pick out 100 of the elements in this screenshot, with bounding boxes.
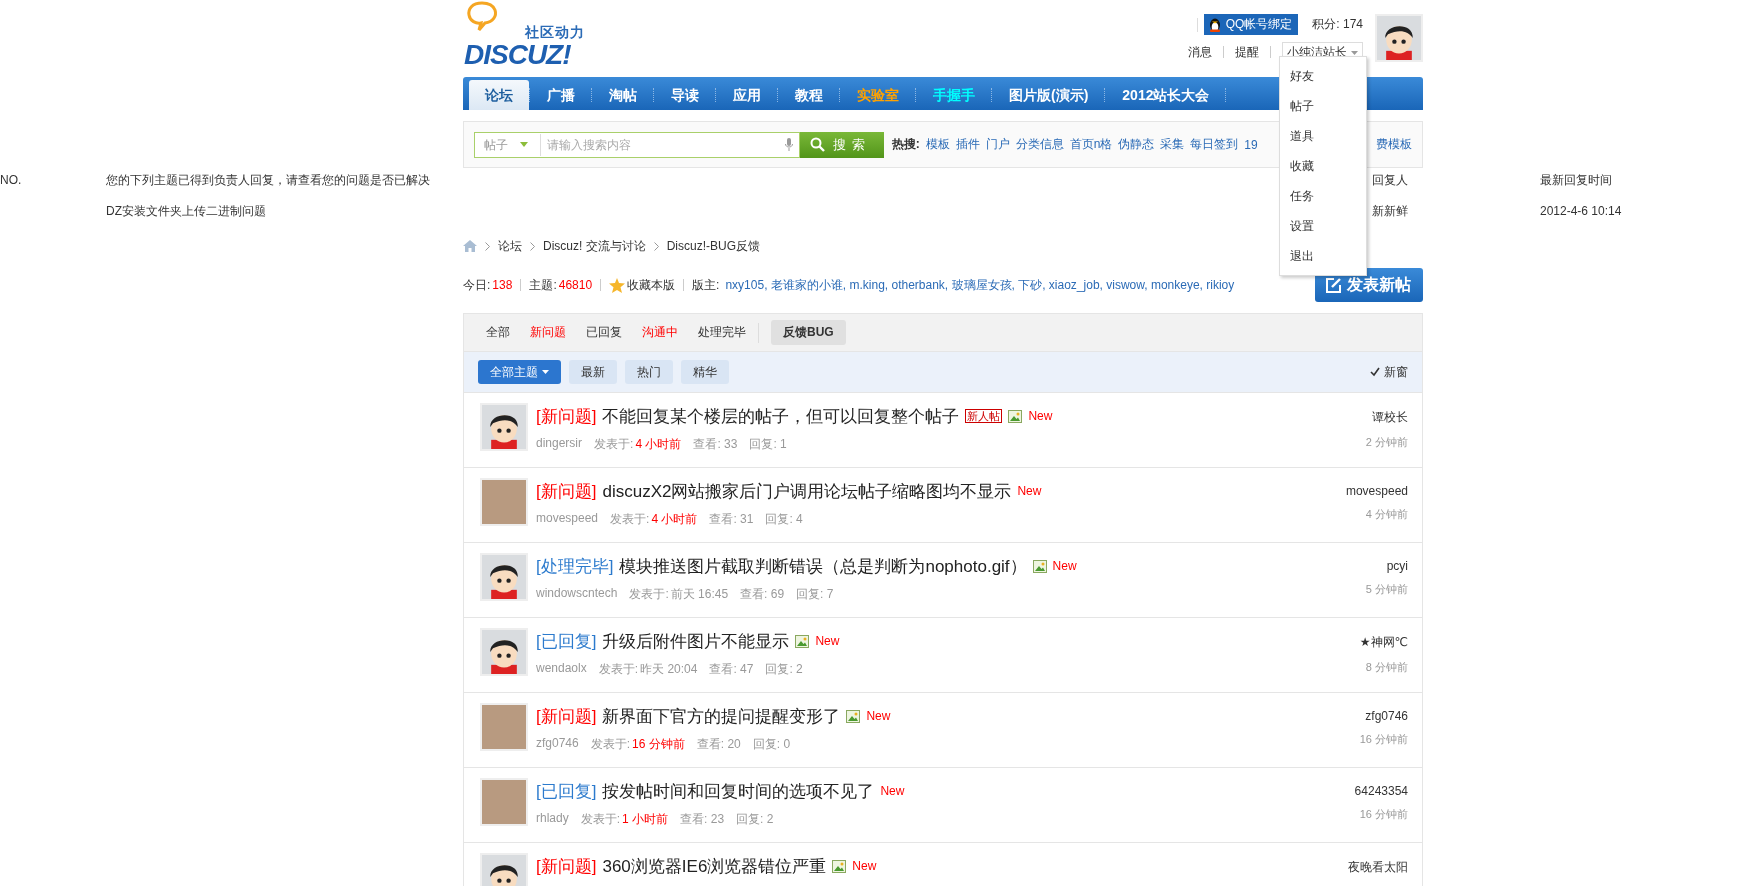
type-tab[interactable]: 最新 bbox=[569, 360, 617, 384]
last-poster-link[interactable]: 64243354 bbox=[1354, 784, 1408, 798]
last-poster-link[interactable]: zfg0746 bbox=[1365, 709, 1408, 723]
avatar-drawing[interactable] bbox=[480, 628, 528, 676]
hot-search-link[interactable]: 伪静态 bbox=[1118, 136, 1155, 153]
nav-tab[interactable]: 图片版(演示) bbox=[993, 80, 1105, 110]
moderator-list[interactable]: nxy105, 老谁家的小谁, m.king, otherbank, 玻璃屋女孩, 下砂, xiaoz_job, viswow, monkeye, rikioy bbox=[725, 276, 1235, 294]
type-tab[interactable]: 热门 bbox=[625, 360, 673, 384]
thread-tag[interactable]: [新问题] bbox=[536, 479, 597, 503]
status-filter[interactable]: 已回复 bbox=[586, 324, 622, 341]
caret-icon bbox=[542, 370, 549, 374]
thread-title[interactable]: 360浏览器IE6浏览器错位严重 bbox=[602, 854, 827, 878]
thread-title[interactable]: 新界面下官方的提问提醒变形了 bbox=[602, 704, 841, 728]
hot-search-link[interactable]: 分类信息 bbox=[1015, 136, 1064, 153]
avatar-drawing[interactable] bbox=[480, 403, 528, 451]
chevron-icon bbox=[530, 241, 535, 251]
posted-label: 发表于: bbox=[590, 736, 631, 753]
status-filter[interactable]: 沟通中 bbox=[642, 324, 678, 341]
menu-item[interactable]: 任务 bbox=[1280, 181, 1366, 211]
points-text: 积分: 174 bbox=[1312, 16, 1363, 33]
table-header: 最新回复时间 bbox=[1540, 173, 1613, 189]
status-filter[interactable]: 处理完毕 bbox=[698, 324, 746, 341]
checkbox[interactable] bbox=[1370, 367, 1380, 377]
thread-tag[interactable]: [处理完毕] bbox=[536, 554, 614, 578]
menu-item[interactable]: 好友 bbox=[1280, 61, 1366, 91]
nav-tab[interactable]: 应用 bbox=[717, 80, 777, 110]
last-poster-link[interactable]: pcyi bbox=[1386, 559, 1408, 573]
nav-tab[interactable]: 广播 bbox=[531, 80, 591, 110]
nav-tab[interactable]: 论坛 bbox=[469, 80, 529, 110]
reply-count: 回复: 0 bbox=[752, 736, 791, 753]
hot-search-link[interactable]: 每日签到 bbox=[1190, 136, 1239, 153]
new-label: New bbox=[1028, 409, 1053, 423]
hot-search-link[interactable]: 首页n格 bbox=[1069, 136, 1113, 153]
chevron-icon bbox=[485, 241, 490, 251]
menu-item[interactable]: 设置 bbox=[1280, 211, 1366, 241]
checkbox-label[interactable]: 新窗 bbox=[1384, 363, 1408, 381]
menu-item[interactable]: 道具 bbox=[1280, 121, 1366, 151]
nav-tab[interactable]: 淘帖 bbox=[593, 80, 653, 110]
type-tab[interactable]: 全部主题 bbox=[478, 360, 561, 384]
hot-search-label: 热搜: bbox=[891, 136, 920, 153]
menu-item[interactable]: 退出 bbox=[1280, 241, 1366, 271]
view-count: 查看: 31 bbox=[709, 511, 754, 528]
hot-search-link[interactable]: 插件 bbox=[955, 136, 980, 153]
last-poster-link[interactable]: 谭校长 bbox=[1372, 409, 1408, 426]
microphone-icon[interactable] bbox=[785, 138, 793, 151]
thread-tag[interactable]: [已回复] bbox=[536, 779, 597, 803]
breadcrumb-link[interactable]: 论坛 bbox=[498, 237, 522, 255]
thread-title[interactable]: 升级后附件图片不能显示 bbox=[602, 629, 790, 653]
avatar-drawing[interactable] bbox=[1375, 14, 1423, 62]
nav-tab[interactable]: 教程 bbox=[779, 80, 839, 110]
author-link[interactable]: zfg0746 bbox=[536, 736, 579, 753]
status-filter[interactable]: 新问题 bbox=[530, 324, 566, 341]
author-link[interactable]: wendaolx bbox=[536, 661, 587, 678]
type-tab[interactable]: 精华 bbox=[681, 360, 729, 384]
last-poster-link[interactable]: ★神网℃ bbox=[1359, 634, 1408, 651]
thread-title[interactable]: 按发帖时间和回复时间的选项不见了 bbox=[602, 779, 875, 803]
favorite-link[interactable]: 收藏本版 bbox=[627, 276, 676, 294]
thread-title[interactable]: 不能回复某个楼层的帖子，但可以回复整个帖子 bbox=[602, 404, 960, 428]
breadcrumb-link[interactable]: Discuz!-BUG反馈 bbox=[666, 237, 761, 255]
nav-tab[interactable]: 2012站长大会 bbox=[1106, 80, 1226, 110]
table-cell-text: 2012-4-6 10:14 bbox=[1540, 203, 1623, 220]
thread-tag[interactable]: [已回复] bbox=[536, 629, 597, 653]
author-link[interactable]: movespeed bbox=[536, 511, 599, 528]
last-poster-link[interactable]: movespeed bbox=[1345, 484, 1408, 498]
menu-item[interactable]: 收藏 bbox=[1280, 151, 1366, 181]
breadcrumb-link[interactable]: Discuz! 交流与讨论 bbox=[543, 237, 646, 255]
thread-tag[interactable]: [新问题] bbox=[536, 704, 597, 728]
star-icon bbox=[609, 277, 626, 293]
hot-search-link[interactable]: 费模板 bbox=[1376, 136, 1412, 153]
search-field[interactable]: 帖子 请输入搜索内容 bbox=[474, 131, 800, 158]
thread-title[interactable]: 模块推送图片截取判断错误（总是判断为nophoto.gif） bbox=[619, 554, 1027, 578]
qq-bind-button[interactable]: QQ帐号绑定 bbox=[1203, 14, 1299, 35]
avatar-drawing[interactable] bbox=[480, 553, 528, 601]
status-filter[interactable]: 全部 bbox=[486, 324, 510, 341]
moderators-label: 版主: bbox=[692, 276, 720, 294]
author-link[interactable]: windowscntech bbox=[536, 586, 618, 603]
hot-search-link[interactable]: 采集 bbox=[1160, 136, 1185, 153]
author-link[interactable]: dingersir bbox=[536, 436, 583, 453]
header-link[interactable]: 消息 bbox=[1188, 43, 1212, 61]
caret-icon bbox=[520, 142, 528, 147]
thread-title[interactable]: discuzX2网站搬家后门户调用论坛帖子缩略图均不显示 bbox=[602, 479, 1012, 503]
nav-tab[interactable]: 导读 bbox=[655, 80, 715, 110]
reply-count: 回复: 4 bbox=[765, 511, 803, 528]
hot-search-link[interactable]: 门户 bbox=[985, 136, 1010, 153]
hot-search-link[interactable]: 模板 bbox=[925, 136, 950, 153]
header-link[interactable]: 提醒 bbox=[1235, 43, 1259, 61]
edit-icon bbox=[1325, 276, 1342, 294]
logo-text[interactable]: DISCUZ! bbox=[464, 39, 571, 71]
author-link[interactable]: rhlady bbox=[536, 811, 569, 828]
search-button[interactable]: 搜 索 bbox=[800, 131, 884, 158]
menu-item[interactable]: 帖子 bbox=[1280, 91, 1366, 121]
thread-tag[interactable]: [新问题] bbox=[536, 404, 597, 428]
thread-tag[interactable]: [新问题] bbox=[536, 854, 597, 878]
penguin-icon bbox=[1207, 17, 1222, 32]
reply-count: 回复: 2 bbox=[736, 811, 774, 828]
nav-tab[interactable]: 手握手 bbox=[917, 80, 991, 110]
hot-search-link[interactable]: 19 bbox=[1244, 137, 1258, 152]
category-tab[interactable]: 反馈BUG bbox=[771, 320, 846, 345]
posted-time: 4 小时前 bbox=[635, 436, 682, 453]
last-poster-link[interactable]: 夜晚看太阳 bbox=[1348, 859, 1408, 876]
